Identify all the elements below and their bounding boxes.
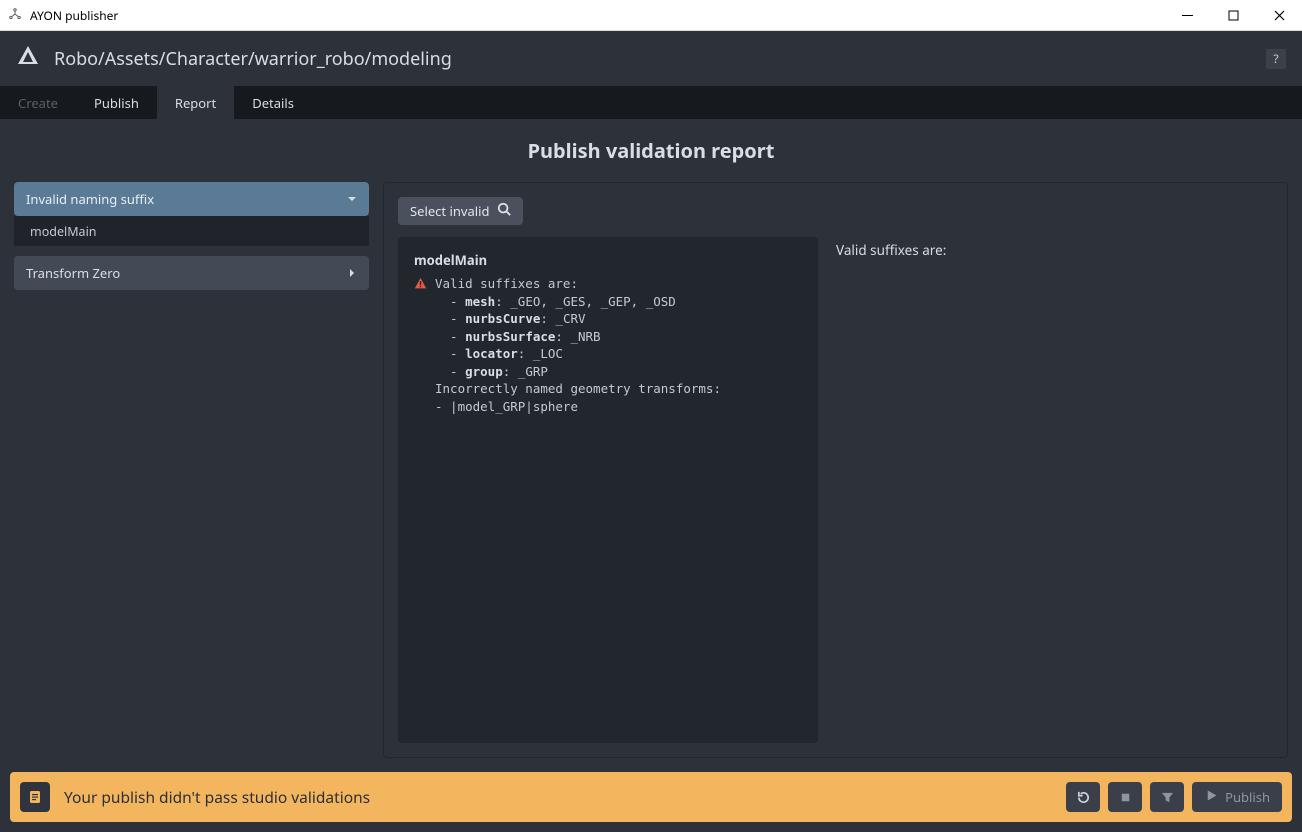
tabs: Create Publish Report Details [0,86,1302,119]
validator-transform-zero[interactable]: Transform Zero [14,256,369,290]
log-line: - locator: _LOC [435,345,721,363]
chevron-down-icon [347,190,357,208]
log-line: Valid suffixes are: [435,275,721,293]
help-button[interactable]: ? [1266,49,1286,69]
info-text: Valid suffixes are: [836,241,946,259]
info-panel: Valid suffixes are: [836,197,1273,743]
status-icon [20,782,50,812]
log-line: - mesh: _GEO, _GES, _GEP, _OSD [435,293,721,311]
log-line: - |model_GRP|sphere [435,398,721,416]
report-panel: Select invalid modelMain Valid suf [383,182,1288,758]
chevron-right-icon [347,264,357,282]
close-button[interactable] [1256,0,1302,30]
tab-report[interactable]: Report [157,86,234,119]
validator-instance-modelmain[interactable]: modelMain [14,216,369,246]
window-title: AYON publisher [30,7,118,24]
validator-invalid-naming-suffix[interactable]: Invalid naming suffix [14,182,369,216]
tab-details[interactable]: Details [234,86,312,119]
tab-create[interactable]: Create [0,86,76,119]
validator-label: Transform Zero [26,264,120,282]
search-icon [497,202,511,220]
log-line: Incorrectly named geometry transforms: [435,380,721,398]
stop-button[interactable] [1108,782,1142,812]
log-line: - nurbsCurve: _CRV [435,310,721,328]
page-title: Publish validation report [14,119,1288,182]
validator-instance-label: modelMain [30,223,97,240]
play-icon [1204,788,1219,807]
log-line: - group: _GRP [435,363,721,381]
publish-button[interactable]: Publish [1192,782,1282,812]
tab-publish[interactable]: Publish [76,86,157,119]
validate-button[interactable] [1150,782,1184,812]
header: Robo/Assets/Character/warrior_robo/model… [0,31,1302,86]
app-icon [8,4,22,26]
log-title: modelMain [414,251,802,269]
titlebar: AYON publisher [0,0,1302,31]
breadcrumb: Robo/Assets/Character/warrior_robo/model… [54,47,452,71]
log-output: modelMain Valid suffixes are: - mesh: _G… [398,237,818,743]
select-invalid-label: Select invalid [410,202,489,220]
warning-icon [414,276,427,294]
log-line: - nurbsSurface: _NRB [435,328,721,346]
reset-button[interactable] [1066,782,1100,812]
minimize-button[interactable] [1164,0,1210,30]
select-invalid-button[interactable]: Select invalid [398,197,523,225]
maximize-button[interactable] [1210,0,1256,30]
validator-label: Invalid naming suffix [26,190,154,208]
status-bar: Your publish didn't pass studio validati… [10,772,1292,822]
validator-list: Invalid naming suffix modelMain Transfor… [14,182,369,758]
logo-icon [16,44,40,73]
status-message: Your publish didn't pass studio validati… [64,786,370,808]
publish-label: Publish [1225,788,1270,806]
